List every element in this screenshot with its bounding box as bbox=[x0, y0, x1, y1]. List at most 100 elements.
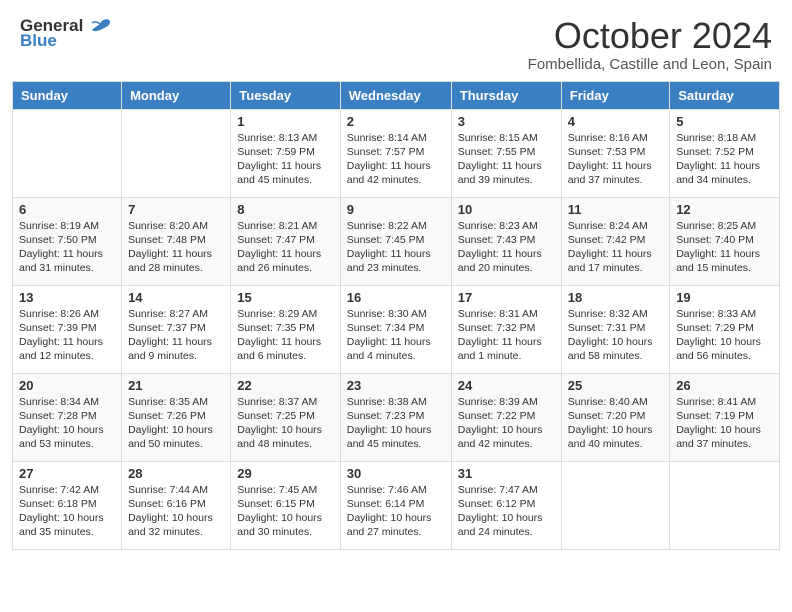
day-number: 6 bbox=[19, 202, 115, 217]
day-number: 31 bbox=[458, 466, 555, 481]
table-row: 16 Sunrise: 8:30 AMSunset: 7:34 PMDayligh… bbox=[340, 285, 451, 373]
day-number: 2 bbox=[347, 114, 445, 129]
day-number: 20 bbox=[19, 378, 115, 393]
table-row: 15 Sunrise: 8:29 AMSunset: 7:35 PMDayligh… bbox=[231, 285, 340, 373]
day-number: 27 bbox=[19, 466, 115, 481]
day-number: 29 bbox=[237, 466, 333, 481]
table-row: 31 Sunrise: 7:47 AMSunset: 6:12 PMDayligh… bbox=[451, 461, 561, 549]
table-row: 14 Sunrise: 8:27 AMSunset: 7:37 PMDayligh… bbox=[122, 285, 231, 373]
table-row bbox=[561, 461, 669, 549]
day-info: Sunrise: 8:22 AMSunset: 7:45 PMDaylight:… bbox=[347, 219, 445, 276]
table-row: 21 Sunrise: 8:35 AMSunset: 7:26 PMDayligh… bbox=[122, 373, 231, 461]
day-number: 12 bbox=[676, 202, 773, 217]
day-number: 24 bbox=[458, 378, 555, 393]
title-section: October 2024 Fombellida, Castille and Le… bbox=[528, 16, 772, 73]
day-info: Sunrise: 8:32 AMSunset: 7:31 PMDaylight:… bbox=[568, 307, 663, 364]
day-info: Sunrise: 7:46 AMSunset: 6:14 PMDaylight:… bbox=[347, 483, 445, 540]
day-number: 9 bbox=[347, 202, 445, 217]
day-number: 4 bbox=[568, 114, 663, 129]
day-number: 16 bbox=[347, 290, 445, 305]
col-thursday: Thursday bbox=[451, 81, 561, 109]
table-row: 13 Sunrise: 8:26 AMSunset: 7:39 PMDayligh… bbox=[13, 285, 122, 373]
day-number: 1 bbox=[237, 114, 333, 129]
day-number: 5 bbox=[676, 114, 773, 129]
day-number: 15 bbox=[237, 290, 333, 305]
day-number: 19 bbox=[676, 290, 773, 305]
month-title: October 2024 bbox=[528, 16, 772, 56]
day-info: Sunrise: 7:47 AMSunset: 6:12 PMDaylight:… bbox=[458, 483, 555, 540]
day-info: Sunrise: 8:18 AMSunset: 7:52 PMDaylight:… bbox=[676, 131, 773, 188]
day-number: 26 bbox=[676, 378, 773, 393]
day-info: Sunrise: 8:33 AMSunset: 7:29 PMDaylight:… bbox=[676, 307, 773, 364]
day-info: Sunrise: 8:27 AMSunset: 7:37 PMDaylight:… bbox=[128, 307, 224, 364]
day-number: 3 bbox=[458, 114, 555, 129]
logo: General Blue bbox=[20, 16, 112, 49]
day-number: 28 bbox=[128, 466, 224, 481]
table-row: 17Sunrise: 8:31 AMSunset: 7:32 PMDayligh… bbox=[451, 285, 561, 373]
table-row: 2 Sunrise: 8:14 AMSunset: 7:57 PMDaylight… bbox=[340, 109, 451, 197]
day-info: Sunrise: 8:41 AMSunset: 7:19 PMDaylight:… bbox=[676, 395, 773, 452]
day-info: Sunrise: 8:29 AMSunset: 7:35 PMDaylight:… bbox=[237, 307, 333, 364]
table-row: 18 Sunrise: 8:32 AMSunset: 7:31 PMDayligh… bbox=[561, 285, 669, 373]
day-info: Sunrise: 8:31 AMSunset: 7:32 PMDaylight:… bbox=[458, 307, 555, 364]
day-number: 10 bbox=[458, 202, 555, 217]
day-info: Sunrise: 8:16 AMSunset: 7:53 PMDaylight:… bbox=[568, 131, 663, 188]
col-monday: Monday bbox=[122, 81, 231, 109]
day-info: Sunrise: 8:19 AMSunset: 7:50 PMDaylight:… bbox=[19, 219, 115, 276]
table-row: 1 Sunrise: 8:13 AMSunset: 7:59 PMDaylight… bbox=[231, 109, 340, 197]
day-info: Sunrise: 8:35 AMSunset: 7:26 PMDaylight:… bbox=[128, 395, 224, 452]
day-number: 8 bbox=[237, 202, 333, 217]
day-number: 22 bbox=[237, 378, 333, 393]
table-row: 10Sunrise: 8:23 AMSunset: 7:43 PMDayligh… bbox=[451, 197, 561, 285]
table-row: 19 Sunrise: 8:33 AMSunset: 7:29 PMDayligh… bbox=[670, 285, 780, 373]
table-row bbox=[122, 109, 231, 197]
logo-blue-text: Blue bbox=[20, 32, 112, 49]
table-row: 28 Sunrise: 7:44 AMSunset: 6:16 PMDayligh… bbox=[122, 461, 231, 549]
day-info: Sunrise: 8:38 AMSunset: 7:23 PMDaylight:… bbox=[347, 395, 445, 452]
day-info: Sunrise: 8:14 AMSunset: 7:57 PMDaylight:… bbox=[347, 131, 445, 188]
table-row: 23 Sunrise: 8:38 AMSunset: 7:23 PMDayligh… bbox=[340, 373, 451, 461]
table-row: 8 Sunrise: 8:21 AMSunset: 7:47 PMDaylight… bbox=[231, 197, 340, 285]
table-row: 30 Sunrise: 7:46 AMSunset: 6:14 PMDayligh… bbox=[340, 461, 451, 549]
day-info: Sunrise: 8:26 AMSunset: 7:39 PMDaylight:… bbox=[19, 307, 115, 364]
day-number: 13 bbox=[19, 290, 115, 305]
col-friday: Friday bbox=[561, 81, 669, 109]
col-tuesday: Tuesday bbox=[231, 81, 340, 109]
day-number: 18 bbox=[568, 290, 663, 305]
header: General Blue October 2024 Fombellida, Ca… bbox=[0, 0, 792, 81]
col-saturday: Saturday bbox=[670, 81, 780, 109]
day-info: Sunrise: 8:25 AMSunset: 7:40 PMDaylight:… bbox=[676, 219, 773, 276]
table-row bbox=[13, 109, 122, 197]
table-row: 9 Sunrise: 8:22 AMSunset: 7:45 PMDaylight… bbox=[340, 197, 451, 285]
day-number: 23 bbox=[347, 378, 445, 393]
day-info: Sunrise: 8:39 AMSunset: 7:22 PMDaylight:… bbox=[458, 395, 555, 452]
day-number: 21 bbox=[128, 378, 224, 393]
table-row: 20 Sunrise: 8:34 AMSunset: 7:28 PMDayligh… bbox=[13, 373, 122, 461]
day-info: Sunrise: 8:40 AMSunset: 7:20 PMDaylight:… bbox=[568, 395, 663, 452]
table-row: 4 Sunrise: 8:16 AMSunset: 7:53 PMDaylight… bbox=[561, 109, 669, 197]
day-info: Sunrise: 7:44 AMSunset: 6:16 PMDaylight:… bbox=[128, 483, 224, 540]
day-info: Sunrise: 8:30 AMSunset: 7:34 PMDaylight:… bbox=[347, 307, 445, 364]
day-info: Sunrise: 8:15 AMSunset: 7:55 PMDaylight:… bbox=[458, 131, 555, 188]
table-row: 22Sunrise: 8:37 AMSunset: 7:25 PMDayligh… bbox=[231, 373, 340, 461]
table-row: 27Sunrise: 7:42 AMSunset: 6:18 PMDayligh… bbox=[13, 461, 122, 549]
day-info: Sunrise: 7:45 AMSunset: 6:15 PMDaylight:… bbox=[237, 483, 333, 540]
table-row bbox=[670, 461, 780, 549]
day-number: 14 bbox=[128, 290, 224, 305]
table-row: 7Sunrise: 8:20 AMSunset: 7:48 PMDaylight… bbox=[122, 197, 231, 285]
calendar-wrapper: Sunday Monday Tuesday Wednesday Thursday… bbox=[0, 81, 792, 562]
table-row: 25Sunrise: 8:40 AMSunset: 7:20 PMDayligh… bbox=[561, 373, 669, 461]
day-info: Sunrise: 8:21 AMSunset: 7:47 PMDaylight:… bbox=[237, 219, 333, 276]
day-number: 30 bbox=[347, 466, 445, 481]
day-number: 11 bbox=[568, 202, 663, 217]
day-info: Sunrise: 8:24 AMSunset: 7:42 PMDaylight:… bbox=[568, 219, 663, 276]
table-row: 5 Sunrise: 8:18 AMSunset: 7:52 PMDaylight… bbox=[670, 109, 780, 197]
day-info: Sunrise: 8:34 AMSunset: 7:28 PMDaylight:… bbox=[19, 395, 115, 452]
day-info: Sunrise: 8:13 AMSunset: 7:59 PMDaylight:… bbox=[237, 131, 333, 188]
col-sunday: Sunday bbox=[13, 81, 122, 109]
table-row: 24 Sunrise: 8:39 AMSunset: 7:22 PMDayligh… bbox=[451, 373, 561, 461]
calendar-body: 1 Sunrise: 8:13 AMSunset: 7:59 PMDaylight… bbox=[13, 109, 780, 549]
day-number: 7 bbox=[128, 202, 224, 217]
table-row: 11 Sunrise: 8:24 AMSunset: 7:42 PMDayligh… bbox=[561, 197, 669, 285]
table-row: 3 Sunrise: 8:15 AMSunset: 7:55 PMDaylight… bbox=[451, 109, 561, 197]
